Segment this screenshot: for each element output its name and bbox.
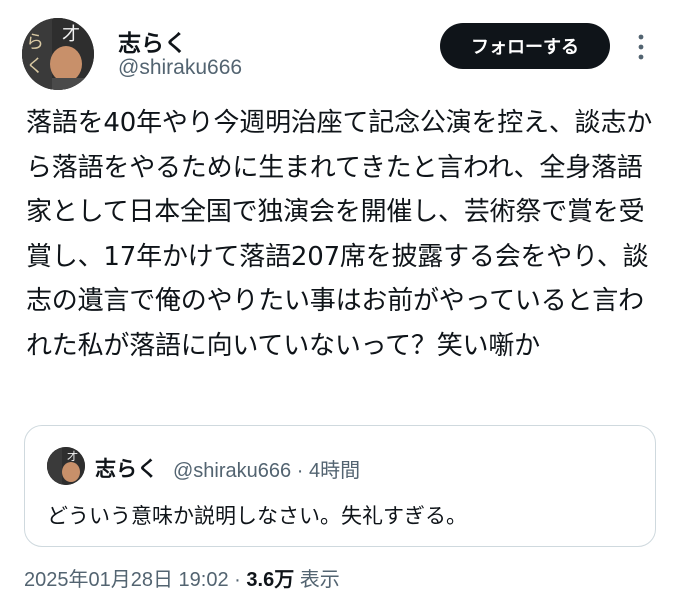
quoted-meta: @shiraku666 · 4時間 xyxy=(173,454,360,483)
timestamp[interactable]: 2025年01月28日 19:02 xyxy=(24,569,229,591)
more-vertical-icon[interactable] xyxy=(634,32,648,62)
quoted-text: どういう意味か説明しなさい。失礼すぎる。 xyxy=(47,504,467,528)
author-avatar[interactable]: ら く 才 xyxy=(22,18,94,90)
footer-separator: · xyxy=(234,569,241,591)
tweet-footer: 2025年01月28日 19:02 · 3.6万 表示 xyxy=(24,563,340,592)
views-label: 表示 xyxy=(299,569,340,591)
author-handle[interactable]: @shiraku666 xyxy=(118,56,242,80)
meta-separator: · xyxy=(296,460,304,482)
svg-text:才: 才 xyxy=(67,449,78,463)
quoted-time: 4時間 xyxy=(308,460,361,482)
tweet-text: 落語を40年やり今週明治座て記念公演を控え、談志から落語をやるために生まれてきた… xyxy=(26,108,653,361)
svg-text:く: く xyxy=(26,56,44,77)
svg-text:ら: ら xyxy=(26,32,44,53)
follow-button[interactable]: フォローする xyxy=(440,23,610,69)
quoted-author-avatar: 才 xyxy=(47,447,85,485)
author-display-name[interactable]: 志らく xyxy=(118,24,187,58)
quoted-tweet-card[interactable]: 才 志らく @shiraku666 · 4時間 どういう意味か説明しなさい。失礼… xyxy=(24,425,656,547)
svg-text:才: 才 xyxy=(62,24,80,45)
quoted-display-name: 志らく xyxy=(95,457,158,481)
views-count: 3.6万 xyxy=(246,569,295,591)
quoted-handle: @shiraku666 xyxy=(173,460,292,482)
